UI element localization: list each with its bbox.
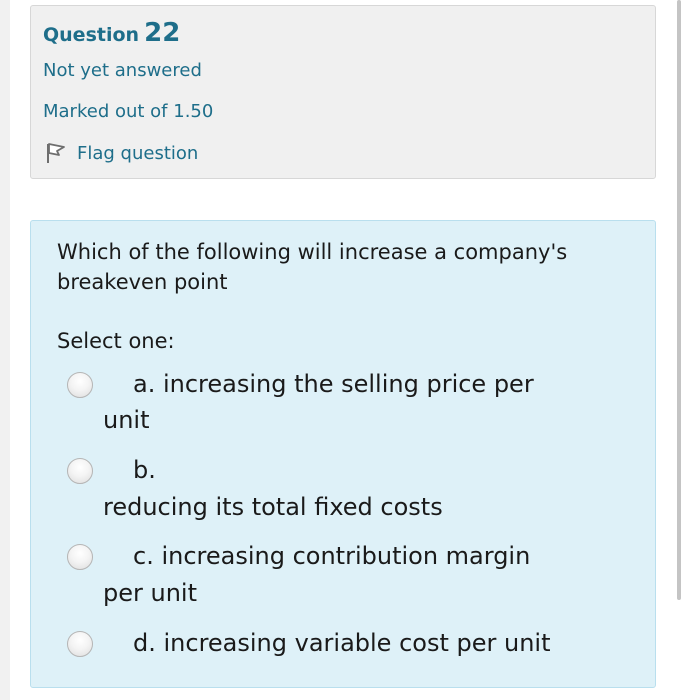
question-info-panel: Question 22 Not yet answered Marked out …: [30, 5, 656, 179]
scrollbar[interactable]: [673, 0, 687, 700]
select-one-prompt: Select one:: [57, 329, 175, 353]
option-c-label-cont: per unit: [103, 579, 197, 607]
question-grade: Marked out of 1.50: [43, 101, 214, 122]
flag-icon: [47, 143, 65, 163]
radio-option-c[interactable]: [67, 544, 93, 570]
question-content-panel: Which of the following will increase a c…: [30, 220, 656, 688]
option-d-label: d. increasing variable cost per unit: [133, 629, 551, 657]
option-b-label: b.: [133, 456, 156, 484]
radio-option-b[interactable]: [67, 458, 93, 484]
radio-option-a[interactable]: [67, 372, 93, 398]
question-number: 22: [144, 18, 181, 48]
radio-option-d[interactable]: [67, 631, 93, 657]
scrollbar-thumb[interactable]: [677, 0, 681, 600]
page-left-edge: [0, 0, 10, 700]
option-c-label: c. increasing contribution margin: [133, 542, 531, 570]
option-a-label: a. increasing the selling price per: [133, 370, 534, 398]
question-label: Question: [43, 24, 140, 46]
question-heading: Question 22: [43, 18, 180, 48]
option-a-label-cont: unit: [103, 406, 150, 434]
option-b-label-cont: reducing its total fixed costs: [103, 493, 443, 521]
flag-question-label: Flag question: [77, 142, 199, 164]
flag-question-link[interactable]: Flag question: [43, 140, 198, 166]
question-text: Which of the following will increase a c…: [57, 240, 568, 294]
question-state: Not yet answered: [43, 60, 202, 81]
